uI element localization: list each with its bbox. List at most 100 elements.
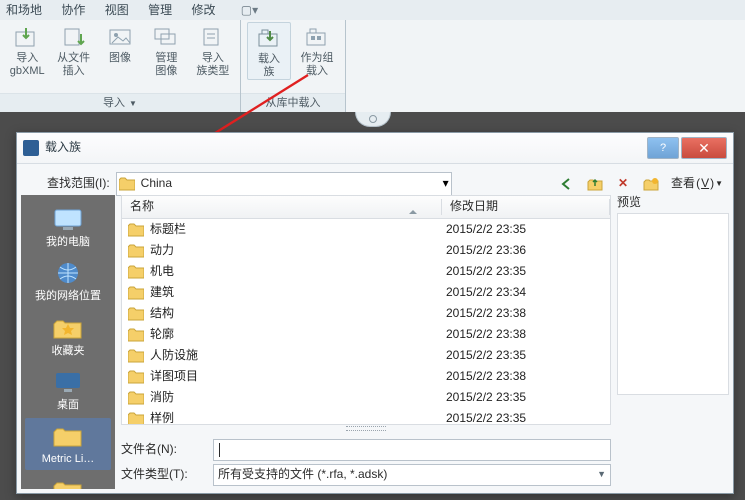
- item-name: 样例: [150, 411, 446, 424]
- sidebar-item-label: 我的网络位置: [25, 289, 111, 303]
- dialog-toolbar: ✕ 查看(V) ▼: [559, 176, 723, 192]
- path-combobox[interactable]: ▾: [116, 172, 452, 196]
- panel-title-load: 从库中载入: [266, 97, 321, 109]
- ribbon-tabs: 和场地 协作 视图 管理 修改 ▢▾: [0, 0, 745, 20]
- sidebar-item-label: 桌面: [25, 398, 111, 412]
- preview-label: 预览: [617, 195, 729, 211]
- delete-icon: ✕: [618, 176, 628, 192]
- list-item[interactable]: 机电2015/2/2 23:35: [122, 261, 610, 282]
- view-button[interactable]: 查看(V) ▼: [671, 176, 723, 192]
- list-item[interactable]: 结构2015/2/2 23:38: [122, 303, 610, 324]
- desktop-icon: [50, 368, 86, 396]
- folder-icon: [128, 244, 144, 258]
- btn-load-as-group[interactable]: 作为组载入: [295, 22, 339, 78]
- btn-manage-images[interactable]: 管理图像: [145, 22, 187, 78]
- btn-import-from-file[interactable]: 从文件插入: [52, 22, 94, 78]
- close-icon: ✕: [698, 139, 710, 157]
- up-one-level-button[interactable]: [587, 176, 603, 192]
- list-item[interactable]: 标题栏2015/2/2 23:35: [122, 219, 610, 240]
- import-gbxml-icon: [11, 24, 43, 50]
- item-date: 2015/2/2 23:35: [446, 348, 526, 364]
- btn-image[interactable]: 图像: [99, 22, 141, 78]
- places-sidebar: 我的电脑我的网络位置收藏夹桌面 Metric Li… Metric De…: [21, 195, 115, 489]
- list-item[interactable]: 动力2015/2/2 23:36: [122, 240, 610, 261]
- dialog-title: 载入族: [45, 140, 81, 156]
- file-list: 名称 修改日期 标题栏2015/2/2 23:35动力2015/2/2 23:3…: [121, 195, 611, 425]
- path-input[interactable]: [139, 175, 298, 193]
- item-name: 标题栏: [150, 222, 446, 238]
- btn-import-gbxml[interactable]: 导入gbXML: [6, 22, 48, 78]
- resize-grip[interactable]: [121, 425, 611, 432]
- manage-images-icon: [150, 24, 182, 50]
- sidebar-item[interactable]: 我的电脑: [25, 201, 111, 253]
- item-name: 轮廓: [150, 327, 446, 343]
- panel-dropdown-icon[interactable]: ▼: [129, 99, 137, 108]
- col-name[interactable]: 名称: [122, 199, 442, 215]
- sidebar-item[interactable]: 桌面: [25, 364, 111, 416]
- import-family-types-icon: [197, 24, 229, 50]
- list-header: 名称 修改日期: [122, 196, 610, 219]
- tab-view[interactable]: 视图: [105, 3, 129, 17]
- import-file-icon: [58, 24, 90, 50]
- sort-asc-icon: [409, 206, 417, 214]
- item-date: 2015/2/2 23:35: [446, 222, 526, 238]
- sidebar-item[interactable]: 我的网络位置: [25, 255, 111, 307]
- col-date[interactable]: 修改日期: [442, 199, 610, 215]
- new-folder-button[interactable]: [643, 176, 659, 192]
- favorites-icon: [50, 314, 86, 342]
- folder-icon: [128, 223, 144, 237]
- item-date: 2015/2/2 23:38: [446, 327, 526, 343]
- list-item[interactable]: 样例2015/2/2 23:35: [122, 408, 610, 424]
- load-family-dialog: 载入族 ? ✕ 查找范围(I): ▾ ✕ 查看(V) ▼: [16, 132, 734, 494]
- folder-icon: [50, 422, 86, 450]
- image-icon: [104, 24, 136, 50]
- list-item[interactable]: 消防2015/2/2 23:35: [122, 387, 610, 408]
- tab-context-icon: ▢▾: [241, 3, 258, 17]
- tab-site[interactable]: 和场地: [6, 3, 42, 17]
- network-icon: [50, 259, 86, 287]
- delete-button[interactable]: ✕: [615, 176, 631, 192]
- back-button[interactable]: [559, 176, 575, 192]
- item-date: 2015/2/2 23:34: [446, 285, 526, 301]
- chevron-down-icon[interactable]: ▾: [443, 176, 449, 192]
- item-name: 建筑: [150, 285, 446, 301]
- item-name: 人防设施: [150, 348, 446, 364]
- load-family-icon: [253, 25, 285, 51]
- sidebar-item[interactable]: Metric Li…: [25, 418, 111, 470]
- folder-icon: [128, 265, 144, 279]
- list-item[interactable]: 轮廓2015/2/2 23:38: [122, 324, 610, 345]
- preview-box: [617, 213, 729, 395]
- item-name: 机电: [150, 264, 446, 280]
- btn-import-family-types[interactable]: 导入族类型: [192, 22, 234, 78]
- sidebar-item[interactable]: 收藏夹: [25, 310, 111, 362]
- folder-icon: [128, 328, 144, 342]
- tab-manage[interactable]: 管理: [148, 3, 172, 17]
- list-item[interactable]: 人防设施2015/2/2 23:35: [122, 345, 610, 366]
- app-icon: [23, 140, 39, 156]
- dialog-titlebar[interactable]: 载入族 ? ✕: [17, 133, 733, 164]
- filetype-select[interactable]: 所有受支持的文件 (*.rfa, *.adsk)▼: [213, 464, 611, 486]
- panel-title-import: 导入: [103, 97, 125, 109]
- item-name: 结构: [150, 306, 446, 322]
- item-date: 2015/2/2 23:36: [446, 243, 526, 259]
- list-item[interactable]: 详图项目2015/2/2 23:38: [122, 366, 610, 387]
- help-button[interactable]: ?: [647, 137, 679, 159]
- btn-load-family[interactable]: 载入族: [247, 22, 291, 80]
- filename-input[interactable]: [213, 439, 611, 461]
- folder-icon: [50, 476, 86, 489]
- sidebar-item[interactable]: Metric De…: [25, 472, 111, 489]
- tab-modify[interactable]: 修改: [191, 3, 215, 17]
- search-range-label: 查找范围(I):: [47, 176, 110, 192]
- sidebar-item-label: 我的电脑: [25, 235, 111, 249]
- folder-icon: [128, 391, 144, 405]
- folder-icon: [128, 286, 144, 300]
- chevron-down-icon: ▼: [597, 469, 606, 481]
- item-name: 详图项目: [150, 369, 446, 385]
- list-item[interactable]: 建筑2015/2/2 23:34: [122, 282, 610, 303]
- item-date: 2015/2/2 23:38: [446, 369, 526, 385]
- tab-collab[interactable]: 协作: [61, 3, 85, 17]
- load-group-icon: [301, 24, 333, 50]
- sidebar-item-label: Metric Li…: [25, 452, 111, 466]
- item-date: 2015/2/2 23:38: [446, 306, 526, 322]
- close-button[interactable]: ✕: [681, 137, 727, 159]
